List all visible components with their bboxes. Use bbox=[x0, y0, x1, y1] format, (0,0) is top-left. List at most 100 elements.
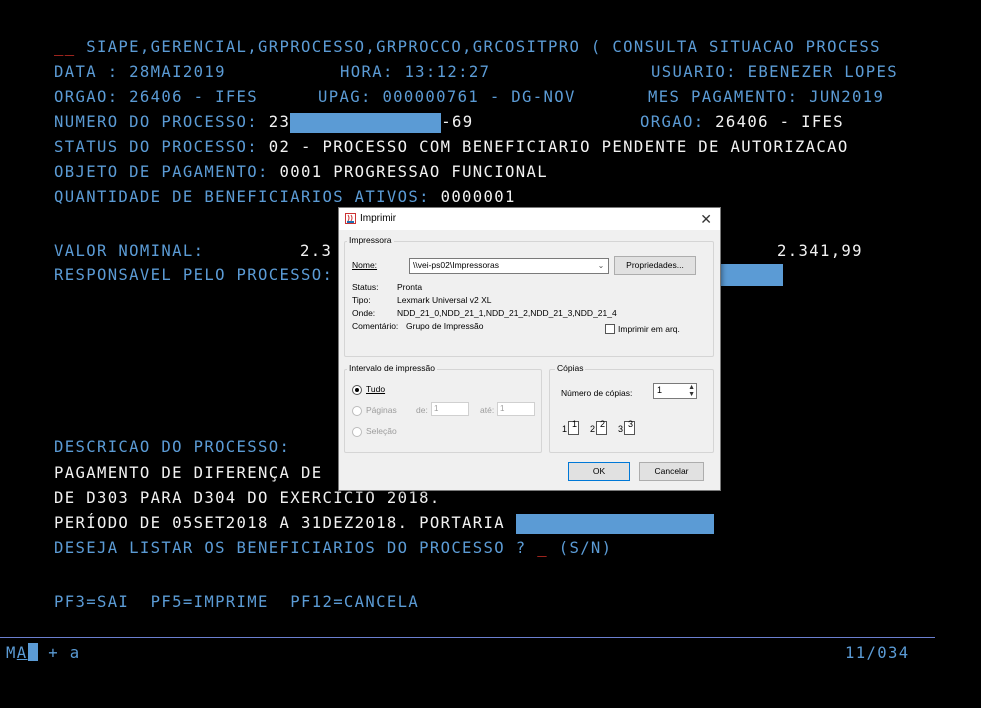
status-mode-a: A bbox=[16, 644, 28, 662]
dialog-title: Imprimir bbox=[360, 213, 397, 224]
print-dialog: Imprimir ✕ Impressora Nome: \\vei-ps02\I… bbox=[338, 207, 721, 491]
orgao2-value: 26406 - IFES bbox=[715, 113, 845, 131]
usuario-value: EBENEZER LOPES bbox=[747, 63, 898, 81]
status-line: STATUS DO PROCESSO: 02 - PROCESSO COM BE… bbox=[54, 136, 849, 158]
comentario-value: Grupo de Impressão bbox=[406, 321, 484, 331]
status-mode-m: M bbox=[6, 644, 17, 662]
hora-label: HORA: bbox=[340, 63, 405, 81]
ok-button[interactable]: OK bbox=[568, 462, 630, 481]
quantidade-line: QUANTIDADE DE BENEFICIARIOS ATIVOS: 0000… bbox=[54, 186, 516, 208]
status-bar-left: MA + a bbox=[6, 642, 80, 664]
valor-label-text: VALOR NOMINAL: bbox=[54, 242, 205, 260]
pf-keys[interactable]: PF3=SAI PF5=IMPRIME PF12=CANCELA bbox=[54, 593, 419, 611]
redacted-responsavel bbox=[719, 264, 783, 286]
processo-line: NUMERO DO PROCESSO: 23 -69 bbox=[54, 111, 473, 133]
redacted-portaria bbox=[515, 513, 714, 534]
comentario-label: Comentário: bbox=[352, 321, 399, 331]
hora-value: 13:12:27 bbox=[404, 63, 491, 81]
paginas-label: Páginas bbox=[366, 405, 397, 415]
printer-select[interactable]: \\vei-ps02\Impressoras ⌄ bbox=[409, 258, 609, 274]
propriedades-button[interactable]: Propriedades... bbox=[614, 256, 696, 275]
date-line: DATA : 28MAI2019 bbox=[54, 61, 226, 83]
listar-options: (S/N) bbox=[547, 539, 613, 557]
descricao-text-1: PAGAMENTO DE DIFERENÇA DE bbox=[54, 464, 323, 482]
status-value: 02 - PROCESSO COM BENEFICIARIO PENDENTE … bbox=[268, 138, 849, 156]
printer-group-label: Impressora bbox=[347, 235, 394, 245]
selecao-radio[interactable] bbox=[352, 427, 362, 437]
valor-partial: 2.3 bbox=[300, 240, 332, 262]
dialog-titlebar[interactable]: Imprimir ✕ bbox=[339, 208, 720, 230]
range-group-label: Intervalo de impressão bbox=[347, 363, 437, 373]
upag-value: 000000761 - DG-NOV bbox=[382, 88, 576, 106]
screen-path: SIAPE,GERENCIAL,GRPROCESSO,GRPROCCO,GRCO… bbox=[75, 38, 881, 56]
imprimir-em-arquivo-label: Imprimir em arq. bbox=[618, 324, 680, 334]
descricao-line-3: PERÍODO DE 05SET2018 A 31DEZ2018. PORTAR… bbox=[54, 512, 714, 534]
num-copias-label: Número de cópias: bbox=[561, 388, 633, 398]
close-icon[interactable]: ✕ bbox=[700, 210, 712, 228]
status-divider bbox=[0, 637, 935, 638]
orgao-value: 26406 - IFES bbox=[129, 88, 259, 106]
processo-label: NUMERO DO PROCESSO: bbox=[54, 113, 269, 131]
valor-total-text: 2.341,99 bbox=[777, 242, 863, 260]
mes-label: MES PAGAMENTO: bbox=[648, 88, 810, 106]
listar-line: DESEJA LISTAR OS BENEFICIARIOS DO PROCES… bbox=[54, 537, 612, 559]
mes-pagamento-field: MES PAGAMENTO: JUN2019 bbox=[648, 86, 884, 108]
descricao-text-3: PERÍODO DE 05SET2018 A 31DEZ2018. PORTAR… bbox=[54, 514, 516, 532]
descricao-label: DESCRICAO DO PROCESSO: bbox=[54, 436, 290, 458]
collate-num: 1 bbox=[572, 419, 578, 429]
status-bar-right: 11/034 bbox=[845, 642, 909, 664]
onde-label: Onde: bbox=[352, 308, 376, 318]
mes-value: JUN2019 bbox=[809, 88, 885, 106]
tipo-label: Tipo: bbox=[352, 295, 371, 305]
cancelar-button[interactable]: Cancelar bbox=[639, 462, 704, 481]
orgao2-field: ORGAO: 26406 - IFES bbox=[640, 111, 844, 133]
valor-partial-text: 2.3 bbox=[300, 242, 333, 260]
orgao2-label: ORGAO: bbox=[640, 113, 716, 131]
objeto-value: 0001 PROGRESSAO FUNCIONAL bbox=[279, 163, 548, 181]
cursor-position: 11/034 bbox=[845, 644, 910, 662]
paginas-radio[interactable] bbox=[352, 406, 362, 416]
quantidade-value: 0000001 bbox=[440, 188, 516, 206]
status-mode-extra: + a bbox=[37, 644, 81, 662]
copies-group bbox=[549, 369, 714, 453]
descricao-line-1: PAGAMENTO DE DIFERENÇA DE bbox=[54, 462, 322, 484]
de-label: de: bbox=[416, 405, 428, 415]
data-label: DATA : bbox=[54, 63, 130, 81]
collate-num: 2 bbox=[590, 424, 596, 434]
tudo-label: Tudo bbox=[366, 384, 386, 394]
header-line: __ SIAPE,GERENCIAL,GRPROCESSO,GRPROCCO,G… bbox=[54, 36, 881, 58]
selecao-label: Seleção bbox=[366, 426, 397, 436]
collate-num: 2 bbox=[600, 419, 606, 429]
tipo-value: Lexmark Universal v2 XL bbox=[397, 295, 492, 305]
quantidade-label: QUANTIDADE DE BENEFICIARIOS ATIVOS: bbox=[54, 188, 441, 206]
descricao-text-2: DE D303 PARA D304 DO EXERCICIO 2018. bbox=[54, 489, 441, 507]
ate-input[interactable]: 1 bbox=[497, 402, 535, 416]
collate-num: 3 bbox=[628, 419, 634, 429]
command-input[interactable]: __ bbox=[54, 38, 75, 56]
redacted-processo-number bbox=[290, 112, 442, 133]
imprimir-em-arquivo-checkbox[interactable] bbox=[605, 324, 615, 334]
processo-suffix: -69 bbox=[441, 113, 474, 131]
responsavel-label: RESPONSAVEL PELO PROCESSO: bbox=[54, 264, 333, 286]
cursor-block bbox=[27, 643, 38, 661]
collate-num: 3 bbox=[618, 424, 624, 434]
valor-label: VALOR NOMINAL: bbox=[54, 240, 204, 262]
listar-question: DESEJA LISTAR OS BENEFICIARIOS DO PROCES… bbox=[54, 539, 538, 557]
status-label: STATUS DO PROCESSO: bbox=[54, 138, 269, 156]
status-label: Status: bbox=[352, 282, 379, 292]
de-input[interactable]: 1 bbox=[431, 402, 469, 416]
java-printer-icon bbox=[345, 213, 356, 224]
collate-num: 1 bbox=[562, 424, 568, 434]
listar-input[interactable]: _ bbox=[537, 539, 548, 557]
hora-field: HORA: 13:12:27 bbox=[340, 61, 490, 83]
num-copias-spinner[interactable]: 1 ▲ ▼ bbox=[653, 383, 697, 399]
onde-value: NDD_21_0,NDD_21_1,NDD_21_2,NDD_21_3,NDD_… bbox=[397, 308, 617, 318]
data-value: 28MAI2019 bbox=[129, 63, 226, 81]
orgao-line: ORGAO: 26406 - IFES bbox=[54, 86, 258, 108]
orgao-label: ORGAO: bbox=[54, 88, 130, 106]
processo-prefix: 23 bbox=[268, 113, 291, 131]
nome-label: Nome: bbox=[352, 260, 378, 270]
tudo-radio[interactable] bbox=[352, 385, 362, 395]
status-value: Pronta bbox=[397, 282, 423, 292]
pf-keys-line: PF3=SAI PF5=IMPRIME PF12=CANCELA bbox=[54, 591, 419, 613]
